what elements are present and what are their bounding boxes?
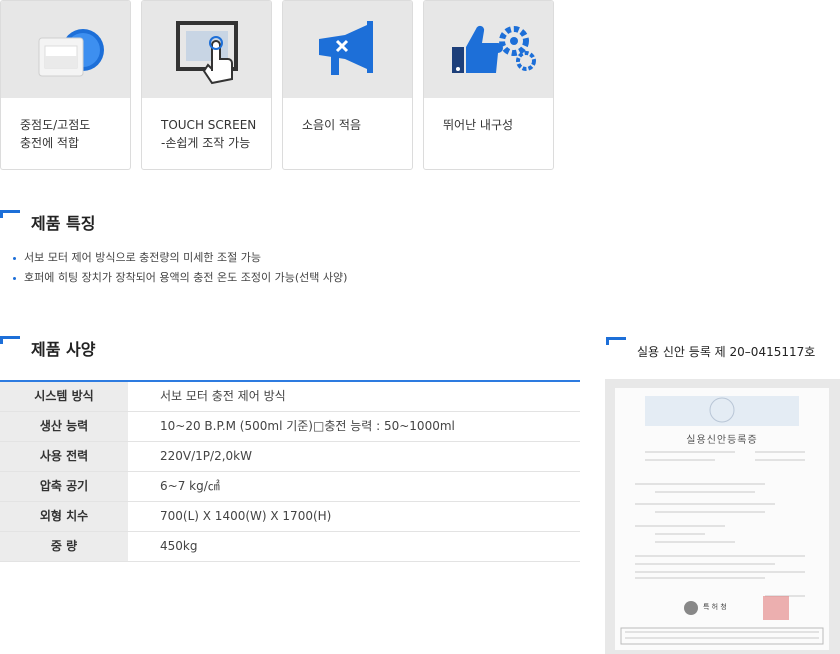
certificate-issuer: 특 허 청 (703, 603, 727, 611)
spec-label: 생산 능력 (0, 412, 128, 441)
spec-value: 450kg (160, 539, 198, 553)
feature-label: 중점도/고점도 충전에 적합 (20, 118, 91, 150)
charge-device-icon (38, 29, 104, 77)
spec-label: 외형 치수 (0, 502, 128, 531)
touch-screen-icon (176, 21, 238, 85)
section-marker (606, 337, 626, 345)
spec-value: 6~7 kg/㎠ (160, 479, 220, 493)
low-noise-icon (319, 21, 373, 75)
feature-card-durability: 뛰어난 내구성 (423, 0, 554, 170)
spec-label: 압축 공기 (0, 472, 128, 501)
feature-label: 뛰어난 내구성 (443, 118, 514, 132)
spec-value: 700(L) X 1400(W) X 1700(H) (160, 509, 332, 523)
spec-label: 중 량 (0, 532, 128, 561)
features-list: 서보 모터 제어 방식으로 충전량의 미세한 조절 가능 호퍼에 히팅 장치가 … (10, 248, 570, 288)
spec-label: 시스템 방식 (0, 382, 128, 411)
section-marker (0, 336, 20, 344)
table-row: 사용 전력 220V/1P/2,0kW (0, 442, 580, 472)
certificate-image: 실용신안등록증 특 허 청 (605, 379, 840, 654)
feature-card-charge: 중점도/고점도 충전에 적합 (0, 0, 131, 170)
durability-icon (452, 25, 536, 73)
section-marker (0, 210, 20, 218)
list-item: 호퍼에 히팅 장치가 장착되어 용액의 충전 온도 조정이 가능(선택 사양) (10, 268, 570, 288)
list-item: 서보 모터 제어 방식으로 충전량의 미세한 조절 가능 (10, 248, 570, 268)
certificate-heading: 실용 신안 등록 제 20–0415117호 (637, 345, 816, 359)
spec-label: 사용 전력 (0, 442, 128, 471)
table-row: 중 량 450kg (0, 532, 580, 562)
table-row: 외형 치수 700(L) X 1400(W) X 1700(H) (0, 502, 580, 532)
certificate-paper: 실용신안등록증 특 허 청 (615, 388, 829, 650)
feature-label: TOUCH SCREEN -손쉽게 조작 가능 (161, 118, 257, 150)
spec-value: 서보 모터 충전 제어 방식 (160, 389, 286, 403)
table-row: 압축 공기 6~7 kg/㎠ (0, 472, 580, 502)
feature-card-noise: 소음이 적음 (282, 0, 413, 170)
feature-label: 소음이 적음 (302, 118, 362, 132)
feature-card-touch: TOUCH SCREEN -손쉽게 조작 가능 (141, 0, 272, 170)
table-row: 시스템 방식 서보 모터 충전 제어 방식 (0, 382, 580, 412)
features-title: 제품 특징 (31, 214, 96, 233)
table-row: 생산 능력 10~20 B.P.M (500ml 기준)□충전 능력 : 50~… (0, 412, 580, 442)
spec-table: 시스템 방식 서보 모터 충전 제어 방식 생산 능력 10~20 B.P.M … (0, 380, 580, 562)
spec-value: 10~20 B.P.M (500ml 기준)□충전 능력 : 50~1000ml (160, 419, 455, 433)
spec-title: 제품 사양 (31, 340, 96, 359)
spec-value: 220V/1P/2,0kW (160, 449, 252, 463)
certificate-doc-title: 실용신안등록증 (686, 435, 758, 446)
